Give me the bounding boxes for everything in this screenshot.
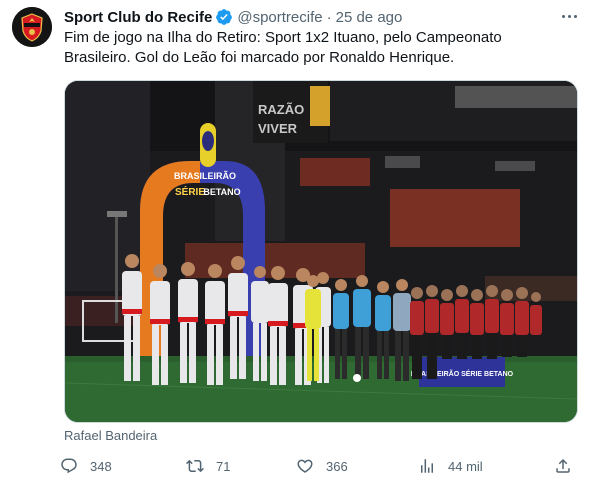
reply-icon — [61, 458, 77, 474]
heart-icon — [297, 459, 313, 473]
stand-text-1: RAZÃO — [258, 102, 304, 117]
arch-text-3: BETANO — [203, 187, 240, 197]
arch-text-2: SÉRIE — [175, 185, 205, 198]
tweet-photo[interactable]: RAZÃO VIVER BRASILEIRÃO SÉRIE BETANO BRA… — [64, 80, 578, 423]
tweet-header: Sport Club do Recife @sportrecife · 25 d… — [64, 7, 402, 27]
views-count: 44 mil — [448, 458, 483, 474]
team-lineup-photo: RAZÃO VIVER BRASILEIRÃO SÉRIE BETANO BRA… — [65, 81, 577, 422]
more-options-icon[interactable] — [557, 6, 581, 26]
author-name[interactable]: Sport Club do Recife — [64, 9, 212, 26]
action-bar: 348 71 366 44 mil — [60, 454, 580, 478]
separator-dot: · — [326, 8, 332, 26]
like-button[interactable]: 366 — [296, 454, 348, 478]
share-button[interactable] — [554, 454, 584, 478]
share-icon — [556, 458, 570, 473]
retweet-count: 71 — [216, 458, 231, 474]
tweet-text: Fim de jogo na Ilha do Retiro: Sport 1x2… — [64, 29, 502, 66]
avatar[interactable] — [12, 7, 52, 47]
reply-button[interactable]: 348 — [60, 454, 112, 478]
tweet[interactable]: Sport Club do Recife @sportrecife · 25 d… — [0, 0, 591, 487]
arch-text-1: BRASILEIRÃO — [174, 171, 236, 181]
ball — [353, 374, 361, 382]
author-handle[interactable]: @sportrecife — [237, 9, 322, 26]
stand-text-2: VIVER — [258, 121, 298, 136]
retweet-button[interactable]: 71 — [186, 454, 230, 478]
views-icon — [421, 459, 433, 473]
retweet-icon — [186, 459, 204, 473]
tweet-timestamp[interactable]: 25 de ago — [336, 9, 403, 26]
sport-recife-crest-icon — [12, 7, 52, 47]
photo-credit: Rafael Bandeira — [64, 428, 158, 443]
reply-count: 348 — [90, 458, 112, 474]
views-button[interactable]: 44 mil — [418, 454, 483, 478]
verified-badge-icon — [216, 9, 233, 25]
board-text: BRASILEIRÃO SÉRIE BETANO — [411, 369, 514, 378]
like-count: 366 — [326, 458, 348, 474]
